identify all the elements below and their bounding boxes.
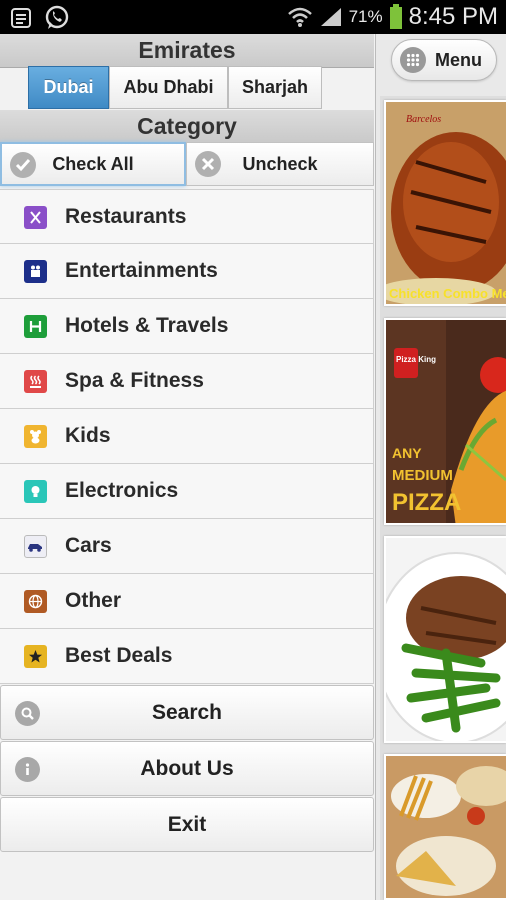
menu-button[interactable]: Menu [391,39,497,81]
platter-image [386,756,506,898]
category-item-other[interactable]: Other [0,574,374,629]
category-label: Entertainments [65,259,218,282]
wifi-icon [287,7,312,27]
category-label: Electronics [65,479,179,502]
promo-card-steak[interactable] [384,536,506,743]
tab-abu-dhabi[interactable]: Abu Dhabi [109,66,228,109]
category-label: Hotels & Travels [65,314,229,337]
promo-card-pizza[interactable]: Pizza King ANY MEDIUM PIZZA [384,318,506,525]
check-all-button[interactable]: Check All [0,142,186,186]
promo-caption-1: ANY [392,445,422,461]
check-icon [10,152,36,178]
menu-label: Menu [435,49,482,70]
chicken-image: Chicken Combo Meal Barcelos [386,102,506,304]
tab-sharjah[interactable]: Sharjah [228,66,322,109]
notes-icon [11,8,31,28]
tab-dubai[interactable]: Dubai [28,66,109,109]
star-icon [24,645,47,668]
search-button[interactable]: Search [0,685,374,740]
grid-icon [400,47,426,73]
category-item-kids[interactable]: Kids [0,409,374,464]
emirates-header: Emirates [0,34,374,68]
filter-panel: Emirates Dubai Abu Dhabi Sharjah Categor… [0,34,376,900]
bulb-icon [24,480,47,503]
about-button[interactable]: About Us [0,741,374,796]
promo-brand: Barcelos [406,114,441,125]
globe-icon [24,590,47,613]
exit-button[interactable]: Exit [0,797,374,852]
close-icon [195,151,221,177]
promo-brand: Pizza King [396,355,436,364]
battery-percent: 71% [348,7,383,26]
category-label: Restaurants [65,204,187,228]
check-controls: Check All Uncheck [0,142,374,186]
promo-caption: Chicken Combo Meal [389,286,506,301]
category-item-restaurants[interactable]: Restaurants [0,189,374,244]
spa-icon [24,370,47,393]
about-label: About Us [140,756,234,780]
category-item-hotels[interactable]: Hotels & Travels [0,299,374,354]
category-label: Best Deals [65,644,173,667]
check-all-label: Check All [52,153,134,174]
uncheck-button[interactable]: Uncheck [186,142,374,186]
category-label: Other [65,589,122,612]
signal-icon [320,8,341,26]
category-item-best-deals[interactable]: Best Deals [0,629,374,684]
promo-caption-2: MEDIUM [392,467,453,484]
pizza-image: Pizza King ANY MEDIUM PIZZA [386,320,506,523]
search-label: Search [151,700,223,724]
whatsapp-icon [45,5,69,29]
uncheck-label: Uncheck [242,153,318,174]
promo-caption-3: PIZZA [392,489,461,516]
category-item-electronics[interactable]: Electronics [0,464,374,519]
category-label: Cars [65,534,112,557]
category-item-entertainments[interactable]: Entertainments [0,244,374,299]
category-label: Spa & Fitness [65,369,204,392]
entertainment-icon [24,260,47,283]
battery-icon [389,4,402,29]
category-label: Kids [65,424,111,447]
promo-card-platter[interactable] [384,754,506,900]
hotel-icon [24,315,47,338]
category-item-spa[interactable]: Spa & Fitness [0,354,374,409]
promo-card-chicken[interactable]: Chicken Combo Meal Barcelos [384,100,506,306]
emirates-tabs: Dubai Abu Dhabi Sharjah [28,66,322,109]
category-list: Restaurants Entertainments Hotels & Trav… [0,189,374,684]
info-icon [15,757,40,782]
search-icon [15,701,40,726]
steak-image [386,538,506,741]
status-bar: 71% 8:45 PM [0,0,506,34]
restaurant-icon [24,206,47,229]
category-header: Category [0,110,374,144]
teddy-bear-icon [24,425,47,448]
car-icon [24,535,47,558]
exit-label: Exit [167,812,207,836]
clock: 8:45 PM [408,3,498,30]
category-item-cars[interactable]: Cars [0,519,374,574]
